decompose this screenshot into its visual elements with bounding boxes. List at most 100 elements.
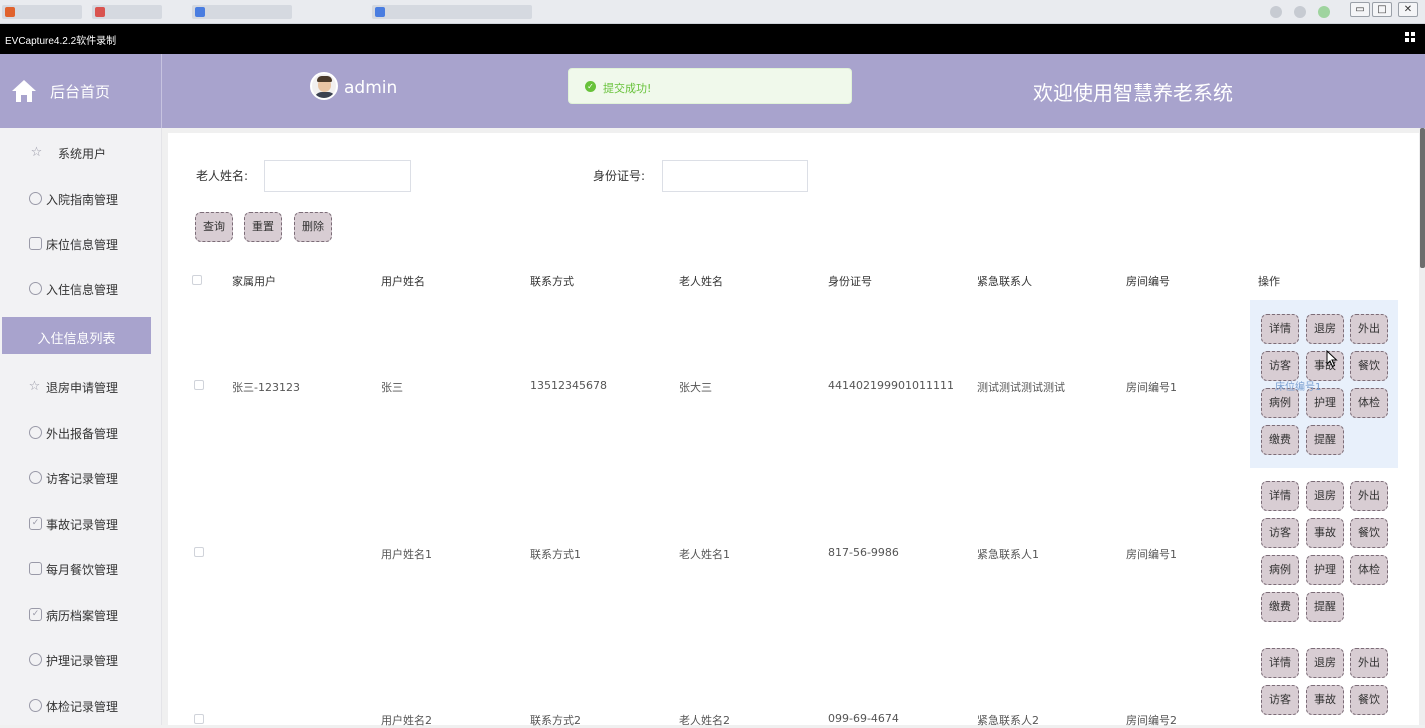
user-name[interactable]: admin	[344, 78, 397, 98]
column-header: 老人姓名	[679, 275, 723, 288]
sidebar-item-label: 退房申请管理	[46, 381, 119, 395]
star-icon: ☆	[28, 379, 41, 394]
browser-tab[interactable]	[372, 5, 532, 19]
minimize-button[interactable]: ▭	[1350, 2, 1370, 17]
refresh-icon	[29, 282, 42, 295]
cell-elder-name: 老人姓名1	[679, 548, 730, 561]
checkout-button[interactable]: 退房	[1306, 648, 1344, 678]
row-checkbox[interactable]	[194, 380, 204, 390]
avatar[interactable]	[310, 72, 338, 100]
column-header: 用户姓名	[381, 275, 425, 288]
cell-room: 房间编号1	[1126, 381, 1177, 394]
cell-emergency-contact: 测试测试测试测试	[977, 381, 1065, 394]
browser-tab[interactable]	[192, 5, 292, 19]
delete-button[interactable]: 删除	[294, 212, 332, 242]
sidebar-item-checkup-records[interactable]: 体检记录管理	[0, 686, 162, 726]
tooltip-text: 床位编号1	[1275, 382, 1322, 393]
visitor-button[interactable]: 访客	[1261, 351, 1299, 381]
sidebar-item-monthly-meals[interactable]: 每月餐饮管理	[0, 549, 162, 589]
sidebar-item-nursing-records[interactable]: 护理记录管理	[0, 640, 162, 680]
accident-button[interactable]: 事故	[1306, 685, 1344, 715]
cell-id-number: 099-69-4674	[828, 712, 899, 725]
sidebar-item-admission-guide[interactable]: 入院指南管理	[0, 179, 162, 219]
tray-icon[interactable]	[1270, 6, 1282, 18]
reminder-button[interactable]: 提醒	[1306, 592, 1344, 622]
sidebar-item-label: 访客记录管理	[46, 472, 119, 486]
outing-button[interactable]: 外出	[1350, 314, 1388, 344]
tray-icon[interactable]	[1294, 6, 1306, 18]
sidebar-item-medical-records[interactable]: ✓ 病历档案管理	[0, 595, 162, 635]
sidebar-item-outing-report[interactable]: 外出报备管理	[0, 413, 162, 453]
sidebar-item-label: 系统用户	[58, 147, 107, 161]
query-button[interactable]: 查询	[195, 212, 233, 242]
sidebar-item-bed-info[interactable]: 床位信息管理	[0, 224, 162, 264]
home-link[interactable]: 后台首页	[0, 54, 162, 128]
payment-button[interactable]: 缴费	[1261, 592, 1299, 622]
browser-tab[interactable]	[92, 5, 162, 19]
accident-button[interactable]: 事故	[1306, 518, 1344, 548]
cell-contact: 联系方式1	[530, 548, 581, 561]
close-button[interactable]: ✕	[1398, 2, 1418, 17]
browser-tab[interactable]	[2, 5, 82, 19]
cell-user-name: 用户姓名1	[381, 548, 432, 561]
detail-button[interactable]: 详情	[1261, 648, 1299, 678]
toast-message: 提交成功!	[603, 82, 652, 95]
select-all-checkbox[interactable]	[192, 275, 202, 285]
visitor-button[interactable]: 访客	[1261, 518, 1299, 548]
cell-emergency-contact: 紧急联系人1	[977, 548, 1039, 561]
sidebar-item-label: 床位信息管理	[46, 238, 119, 252]
accident-button[interactable]: 事故	[1306, 351, 1344, 381]
nursing-button[interactable]: 护理	[1306, 555, 1344, 585]
calendar-icon	[29, 562, 42, 575]
clock-icon	[29, 192, 42, 205]
checkout-button[interactable]: 退房	[1306, 314, 1344, 344]
detail-button[interactable]: 详情	[1261, 314, 1299, 344]
cell-family-user: 张三-123123	[232, 381, 300, 394]
id-number-label: 身份证号:	[593, 169, 646, 183]
sidebar-item-visitor-records[interactable]: 访客记录管理	[0, 458, 162, 498]
detail-button[interactable]: 详情	[1261, 481, 1299, 511]
mouse-cursor-icon	[1326, 350, 1338, 368]
recorder-title-bar: EVCapture4.2.2软件录制	[0, 24, 1425, 54]
sidebar-item-checkin-list[interactable]: 入住信息列表	[2, 317, 151, 354]
reset-button[interactable]: 重置	[244, 212, 282, 242]
grid-icon[interactable]	[1405, 32, 1417, 44]
scrollbar-thumb[interactable]	[1420, 128, 1425, 268]
sidebar-item-label: 外出报备管理	[46, 427, 119, 441]
outing-button[interactable]: 外出	[1350, 648, 1388, 678]
sidebar-item-checkout-request[interactable]: ☆ 退房申请管理	[0, 367, 162, 407]
case-button[interactable]: 病例	[1261, 555, 1299, 585]
checkup-button[interactable]: 体检	[1350, 388, 1388, 418]
row-checkbox[interactable]	[194, 547, 204, 557]
maximize-button[interactable]: □	[1372, 2, 1392, 17]
success-toast: ✓ 提交成功!	[568, 68, 852, 104]
sidebar-item-accident-records[interactable]: ✓ 事故记录管理	[0, 504, 162, 544]
meal-button[interactable]: 餐饮	[1350, 351, 1388, 381]
row-checkbox[interactable]	[194, 714, 204, 724]
recorder-title: EVCapture4.2.2软件录制	[5, 36, 117, 47]
sidebar-item-checkin-info[interactable]: 入住信息管理	[0, 269, 162, 309]
id-number-input[interactable]	[662, 160, 808, 192]
sidebar-item-label: 病历档案管理	[46, 609, 119, 623]
elder-name-input[interactable]	[264, 160, 411, 192]
tray-icon[interactable]	[1318, 6, 1330, 18]
app-icon	[195, 7, 205, 17]
sidebar-item-system-users[interactable]: ☆ 系统用户	[0, 133, 162, 173]
sidebar-item-label: 事故记录管理	[46, 518, 119, 532]
home-icon	[12, 80, 36, 102]
sidebar: ☆ 系统用户 入院指南管理 床位信息管理 入住信息管理 入住信息列表 ☆ 退房申…	[0, 128, 162, 725]
visitor-button[interactable]: 访客	[1261, 685, 1299, 715]
main-content	[168, 133, 1420, 725]
checkup-button[interactable]: 体检	[1350, 555, 1388, 585]
reminder-button[interactable]: 提醒	[1306, 425, 1344, 455]
payment-button[interactable]: 缴费	[1261, 425, 1299, 455]
meal-button[interactable]: 餐饮	[1350, 518, 1388, 548]
outing-button[interactable]: 外出	[1350, 481, 1388, 511]
app-icon	[5, 7, 15, 17]
app-header: 后台首页 admin ✓ 提交成功! 欢迎使用智慧养老系统	[0, 54, 1425, 128]
checkout-button[interactable]: 退房	[1306, 481, 1344, 511]
meal-button[interactable]: 餐饮	[1350, 685, 1388, 715]
sidebar-item-label: 入住信息列表	[37, 332, 116, 347]
clock-icon	[29, 699, 42, 712]
sidebar-item-label: 每月餐饮管理	[46, 563, 119, 577]
